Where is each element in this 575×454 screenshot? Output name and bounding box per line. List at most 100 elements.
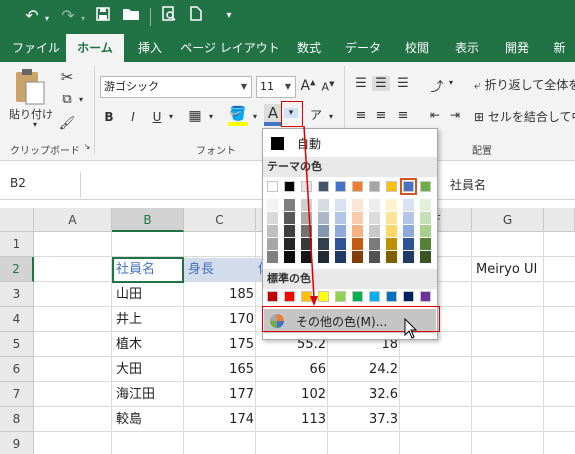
italic-button[interactable]: I [126, 110, 140, 124]
theme-color-swatch[interactable] [335, 181, 346, 192]
theme-shade-swatch[interactable] [403, 212, 414, 224]
cell-g2[interactable]: Meiryo UI [476, 257, 537, 283]
tab-new[interactable]: 新 [544, 34, 575, 62]
dialog-launcher-icon[interactable]: ↘ [82, 142, 92, 151]
theme-shade-swatch[interactable] [284, 225, 295, 237]
theme-shade-swatch[interactable] [352, 212, 363, 224]
chevron-down-icon[interactable]: ▼ [237, 77, 251, 97]
theme-shade-swatch[interactable] [284, 199, 295, 211]
align-top-icon[interactable]: ☰ [352, 76, 370, 91]
row-header[interactable]: 9 [0, 432, 34, 454]
theme-shade-swatch[interactable] [335, 212, 346, 224]
theme-color-swatch[interactable] [267, 181, 278, 192]
theme-shade-swatch[interactable] [420, 238, 431, 250]
theme-color-swatch[interactable] [352, 181, 363, 192]
cell-name[interactable]: 較島 [116, 407, 142, 433]
underline-button[interactable]: U [150, 110, 164, 124]
copy-dropdown-icon[interactable]: ▾ [76, 95, 86, 104]
theme-shade-swatch[interactable] [386, 251, 397, 263]
theme-shade-swatch[interactable] [335, 225, 346, 237]
decrease-indent-icon[interactable]: ⇤ [426, 108, 444, 122]
theme-shade-swatch[interactable] [267, 225, 278, 237]
tab-view[interactable]: 表示 [444, 34, 490, 62]
theme-shade-swatch[interactable] [369, 199, 380, 211]
standard-color-swatch[interactable] [420, 291, 431, 302]
customize-toolbar-icon[interactable]: ▾ [222, 6, 236, 26]
increase-indent-icon[interactable]: ⇥ [446, 108, 464, 122]
redo-dropdown-icon[interactable]: ▾ [78, 9, 88, 29]
align-left-icon[interactable]: ≡ [352, 108, 370, 123]
cell-height[interactable]: 185 [184, 282, 254, 308]
tab-developer[interactable]: 開発 [494, 34, 540, 62]
theme-shade-swatch[interactable] [420, 225, 431, 237]
standard-color-swatch[interactable] [284, 291, 295, 302]
new-file-icon[interactable] [186, 6, 206, 26]
folder-open-icon[interactable] [120, 6, 142, 26]
align-bottom-icon[interactable]: ☰ [394, 76, 412, 91]
chevron-down-icon[interactable]: ▼ [281, 77, 295, 97]
cell-height[interactable]: 177 [184, 382, 254, 408]
paste-icon[interactable] [12, 68, 46, 108]
theme-shade-swatch[interactable] [284, 212, 295, 224]
cell-height[interactable]: 165 [184, 357, 254, 383]
phonetic-dropdown-icon[interactable]: ▾ [326, 112, 336, 121]
grow-font-button[interactable]: A▲ [300, 78, 316, 94]
cell-name[interactable]: 植木 [116, 332, 142, 358]
tab-review[interactable]: 校閲 [394, 34, 440, 62]
row-header[interactable]: 1 [0, 232, 34, 257]
align-center-icon[interactable]: ≡ [372, 108, 390, 123]
tab-insert[interactable]: 挿入 [126, 34, 174, 62]
cell-weight[interactable]: 102 [256, 382, 326, 408]
font-name-combo[interactable]: 游ゴシック ▼ [100, 76, 252, 98]
theme-shade-swatch[interactable] [352, 225, 363, 237]
theme-shade-swatch[interactable] [420, 251, 431, 263]
bold-button[interactable]: B [102, 110, 116, 124]
cell-height[interactable]: 174 [184, 407, 254, 433]
font-color-button[interactable]: A [264, 104, 282, 126]
theme-color-swatch[interactable] [386, 181, 397, 192]
theme-shade-swatch[interactable] [335, 238, 346, 250]
theme-shade-swatch[interactable] [386, 225, 397, 237]
theme-color-swatch[interactable] [369, 181, 380, 192]
column-header-a[interactable]: A [34, 208, 112, 232]
row-header[interactable]: 2 [0, 257, 34, 282]
theme-shade-swatch[interactable] [369, 238, 380, 250]
theme-shade-swatch[interactable] [403, 238, 414, 250]
tab-home[interactable]: ホーム [66, 34, 124, 62]
standard-color-swatch[interactable] [403, 291, 414, 302]
cell-height[interactable]: 175 [184, 332, 254, 358]
row-header[interactable]: 4 [0, 307, 34, 332]
standard-color-swatch[interactable] [352, 291, 363, 302]
cell-name[interactable]: 大田 [116, 357, 142, 383]
standard-color-swatch[interactable] [335, 291, 346, 302]
tab-file[interactable]: ファイル [8, 34, 64, 62]
theme-shade-swatch[interactable] [386, 238, 397, 250]
standard-color-swatch[interactable] [386, 291, 397, 302]
theme-color-swatch[interactable] [284, 181, 295, 192]
merge-center-button[interactable]: ⊞ セルを結合して中 [474, 108, 575, 125]
copy-icon[interactable]: ⧉ [58, 92, 76, 107]
theme-shade-swatch[interactable] [420, 212, 431, 224]
align-right-icon[interactable]: ≡ [394, 108, 412, 123]
theme-shade-swatch[interactable] [352, 238, 363, 250]
select-all-corner[interactable] [0, 208, 34, 232]
theme-color-swatch[interactable] [420, 181, 431, 192]
shrink-font-button[interactable]: A▼ [320, 80, 336, 94]
tab-formulas[interactable]: 数式 [286, 34, 332, 62]
cell-weight[interactable]: 66 [256, 357, 326, 383]
cell-name[interactable]: 井上 [116, 307, 142, 333]
theme-shade-swatch[interactable] [267, 212, 278, 224]
paste-dropdown-icon[interactable]: ▾ [30, 120, 40, 129]
cell-height[interactable]: 170 [184, 307, 254, 333]
row-header[interactable]: 6 [0, 357, 34, 382]
tab-data[interactable]: データ [336, 34, 390, 62]
name-box[interactable]: B2 [10, 176, 26, 190]
theme-shade-swatch[interactable] [369, 212, 380, 224]
theme-shade-swatch[interactable] [267, 199, 278, 211]
column-header-h[interactable] [544, 208, 575, 232]
font-size-combo[interactable]: 11 ▼ [256, 76, 296, 98]
redo-icon[interactable]: ↷ [58, 6, 78, 26]
theme-shade-swatch[interactable] [403, 199, 414, 211]
cell-weight[interactable]: 113 [256, 407, 326, 433]
print-preview-icon[interactable] [158, 6, 180, 27]
